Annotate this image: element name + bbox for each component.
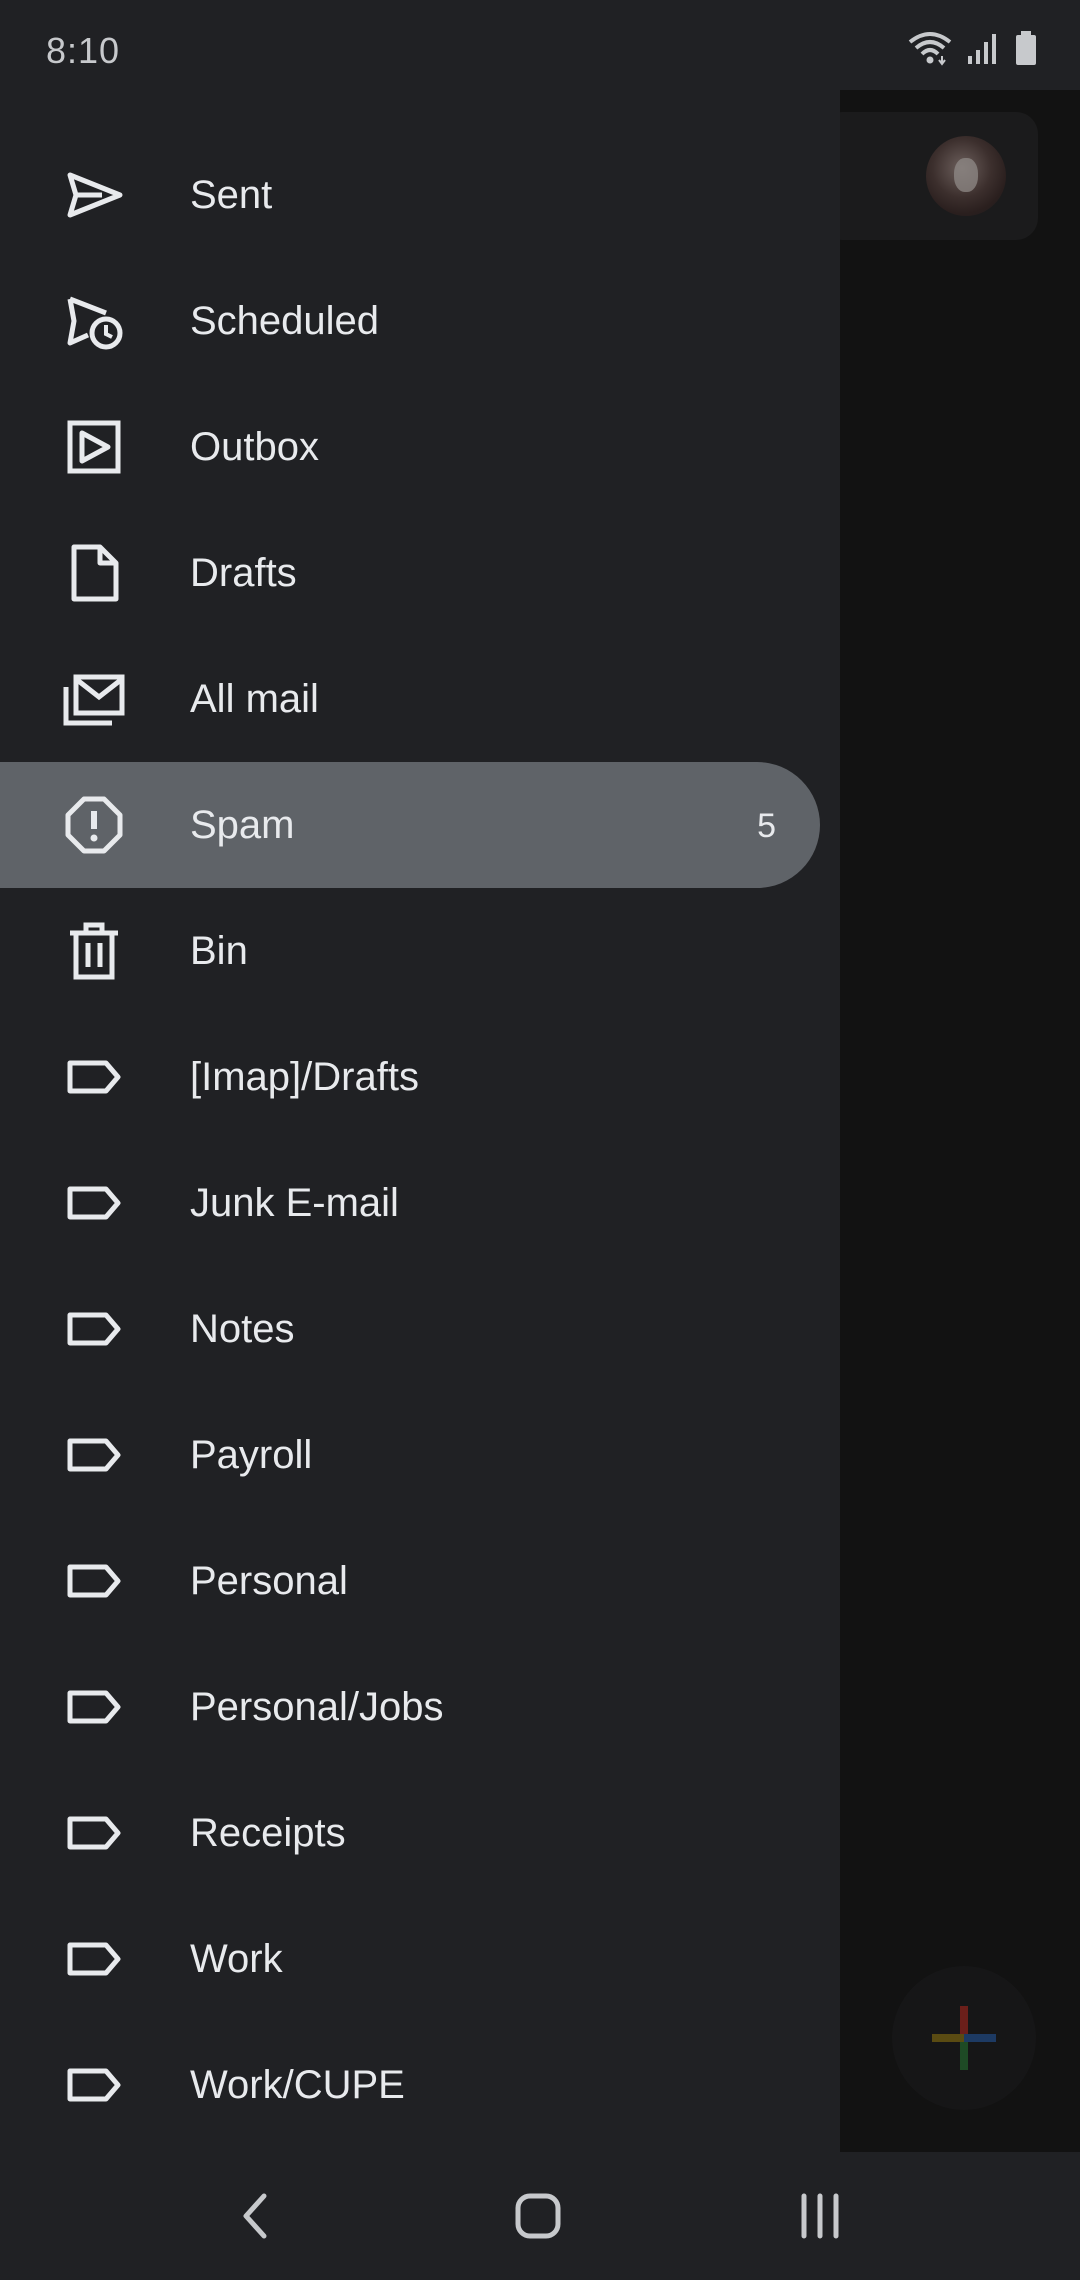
- wifi-icon: [908, 30, 952, 71]
- drawer-item-label: Junk E-mail: [190, 1181, 399, 1225]
- drawer-item-label: Scheduled: [190, 299, 380, 343]
- label-icon: [62, 1801, 126, 1865]
- compose-plus-icon: [932, 2034, 964, 2042]
- compose-plus-icon-part: [960, 2006, 968, 2034]
- drawer-item-label: Bin: [190, 929, 248, 973]
- drawer-item-label: Outbox: [190, 425, 319, 469]
- label-icon: [62, 1423, 126, 1487]
- drawer-item-sent[interactable]: Sent: [0, 132, 820, 258]
- account-avatar: [926, 136, 1006, 216]
- status-time: 8:10: [46, 30, 121, 71]
- back-icon[interactable]: [220, 2180, 292, 2252]
- drawer-item-notes[interactable]: Notes: [0, 1266, 820, 1392]
- drawer-item-junk-email[interactable]: Junk E-mail: [0, 1140, 820, 1266]
- drawer-item-drafts[interactable]: Drafts: [0, 510, 820, 636]
- trash-icon: [62, 919, 126, 983]
- label-icon: [62, 1675, 126, 1739]
- spam-icon: [62, 793, 126, 857]
- drawer-item-all-mail[interactable]: All mail: [0, 636, 820, 762]
- draft-icon: [62, 541, 126, 605]
- drawer-item-label: Notes: [190, 1307, 295, 1351]
- battery-icon: [1014, 30, 1038, 71]
- drawer-item-scheduled[interactable]: Scheduled: [0, 258, 820, 384]
- drawer-item-receipts[interactable]: Receipts: [0, 1770, 820, 1896]
- signal-icon: [966, 30, 1000, 71]
- navigation-drawer: | Sent Scheduled Outbox Drafts All mail: [0, 90, 840, 2152]
- drawer-item-label: Receipts: [190, 1811, 346, 1855]
- drawer-item-label: All mail: [190, 677, 319, 721]
- drawer-item-label: Sent: [190, 173, 273, 217]
- drawer-item-label: Personal: [190, 1559, 348, 1603]
- compose-plus-icon-part: [964, 2034, 996, 2042]
- drawer-item-payroll[interactable]: Payroll: [0, 1392, 820, 1518]
- drawer-item-work-cupe[interactable]: Work/CUPE: [0, 2022, 820, 2148]
- label-icon: [62, 1927, 126, 1991]
- drawer-item-spam[interactable]: Spam 5: [0, 762, 820, 888]
- drawer-item-work[interactable]: Work: [0, 1896, 820, 2022]
- drawer-item-label: Drafts: [190, 551, 297, 595]
- outbox-icon: [62, 415, 126, 479]
- drawer-item-personal-jobs[interactable]: Personal/Jobs: [0, 1644, 820, 1770]
- drawer-item-bin[interactable]: Bin: [0, 888, 820, 1014]
- label-icon: [62, 2053, 126, 2117]
- scheduled-send-icon: [62, 289, 126, 353]
- drawer-item-label: Spam: [190, 803, 295, 847]
- drawer-item-label: [Imap]/Drafts: [190, 1055, 419, 1099]
- drawer-item-outbox[interactable]: Outbox: [0, 384, 820, 510]
- home-icon[interactable]: [502, 2180, 574, 2252]
- drawer-item-imap-drafts[interactable]: [Imap]/Drafts: [0, 1014, 820, 1140]
- drawer-item-label: Work: [190, 1937, 283, 1981]
- drawer-item-label: Work/CUPE: [190, 2063, 405, 2107]
- unread-count-badge: 5: [757, 807, 776, 845]
- recents-icon[interactable]: [784, 2180, 856, 2252]
- label-icon: [62, 1297, 126, 1361]
- label-icon: [62, 1549, 126, 1613]
- drawer-item-personal[interactable]: Personal: [0, 1518, 820, 1644]
- status-icons: [908, 30, 1038, 71]
- send-icon: [62, 163, 126, 227]
- system-navigation-bar: [0, 2152, 1080, 2280]
- all-mail-icon: [62, 667, 126, 731]
- drawer-item-label: Payroll: [190, 1433, 313, 1477]
- compose-fab: [892, 1966, 1036, 2110]
- drawer-item-label: Personal/Jobs: [190, 1685, 444, 1729]
- compose-plus-icon-part: [960, 2042, 968, 2070]
- status-bar: 8:10: [0, 0, 1080, 90]
- label-icon: [62, 1045, 126, 1109]
- label-icon: [62, 1171, 126, 1235]
